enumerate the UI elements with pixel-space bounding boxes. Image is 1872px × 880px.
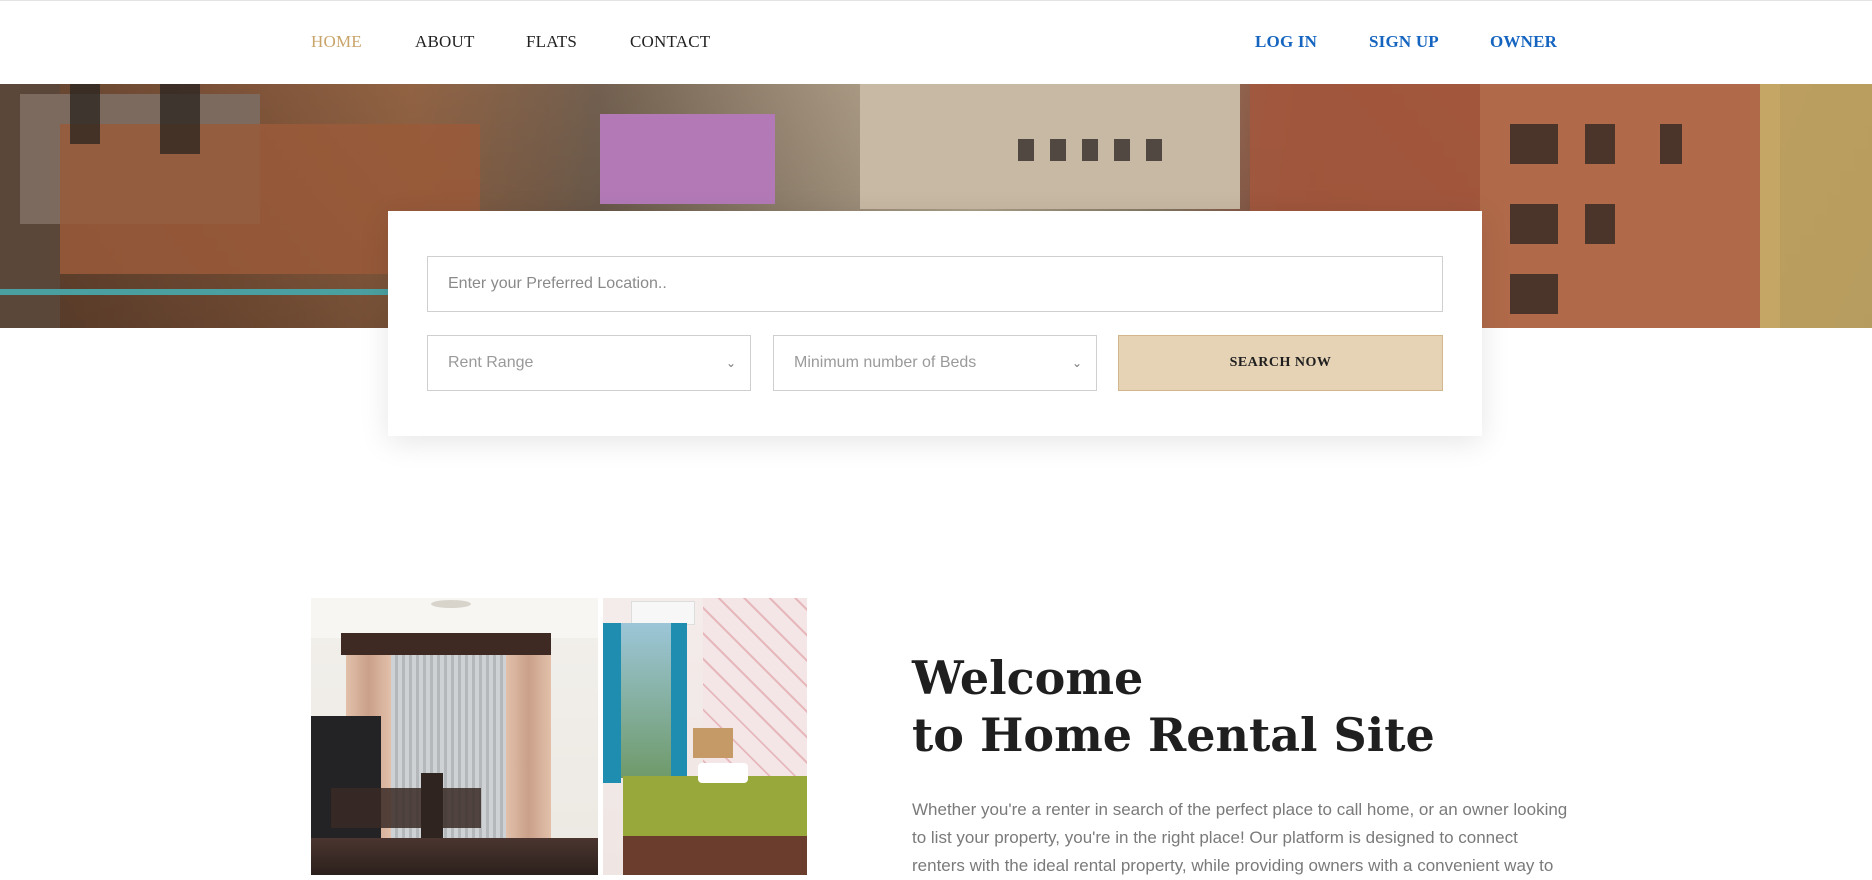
rent-range-select[interactable]: Rent Range ⌄ [427, 335, 751, 391]
chevron-down-icon: ⌄ [1071, 356, 1082, 370]
nav-about-link[interactable]: ABOUT [415, 32, 475, 52]
min-beds-select[interactable]: Minimum number of Beds ⌄ [773, 335, 1097, 391]
window-shape [1585, 204, 1615, 244]
location-input[interactable] [427, 256, 1443, 312]
railing-shape [0, 289, 400, 295]
welcome-heading: Welcome to Home Rental Site [912, 650, 1435, 764]
curtain-left-shape [603, 623, 621, 783]
welcome-title-line1: Welcome [912, 651, 1144, 705]
window-shape [70, 84, 100, 144]
curtain-right-shape [671, 623, 687, 783]
window-shape [160, 84, 200, 154]
window-shape [1510, 124, 1558, 164]
bed-base-shape [623, 836, 807, 875]
min-beds-label: Minimum number of Beds [794, 354, 977, 371]
window-shape [1082, 139, 1098, 161]
welcome-title-line2: to Home Rental Site [912, 708, 1435, 762]
login-link[interactable]: LOG IN [1255, 32, 1317, 52]
curtain-pelmet-shape [341, 633, 551, 655]
window-shape [1585, 124, 1615, 164]
dining-table-shape [331, 788, 481, 828]
chevron-down-icon: ⌄ [725, 356, 736, 370]
window-shape [1018, 139, 1034, 161]
towel-shape [698, 763, 748, 783]
window-shape [621, 623, 671, 778]
window-shape [1114, 139, 1130, 161]
owner-link[interactable]: OWNER [1490, 32, 1557, 52]
welcome-paragraph: Whether you're a renter in search of the… [912, 800, 1568, 875]
floor-shape [311, 838, 598, 875]
air-conditioner-shape [631, 601, 695, 625]
window-shape [1050, 139, 1066, 161]
search-now-button[interactable]: SEARCH NOW [1118, 335, 1443, 391]
signup-link[interactable]: SIGN UP [1369, 32, 1439, 52]
bedroom-photo [603, 598, 807, 875]
nav-flats-link[interactable]: FLATS [526, 32, 577, 52]
window-shape [1146, 139, 1162, 161]
building-shape [600, 114, 775, 204]
living-room-photo [311, 598, 598, 875]
desk-shape [693, 728, 733, 758]
rent-range-label: Rent Range [448, 354, 534, 371]
window-shape [1510, 274, 1558, 314]
nav-contact-link[interactable]: CONTACT [630, 32, 710, 52]
window-shape [1510, 204, 1558, 244]
bed-cover-shape [623, 776, 807, 836]
building-shape [1760, 84, 1872, 328]
ceiling-fan-shape [431, 600, 471, 608]
nav-home-link[interactable]: HOME [311, 32, 362, 52]
search-card: Rent Range ⌄ Minimum number of Beds ⌄ SE… [388, 211, 1482, 436]
top-navigation: HOME ABOUT FLATS CONTACT LOG IN SIGN UP … [0, 1, 1872, 84]
window-shape [1660, 124, 1682, 164]
